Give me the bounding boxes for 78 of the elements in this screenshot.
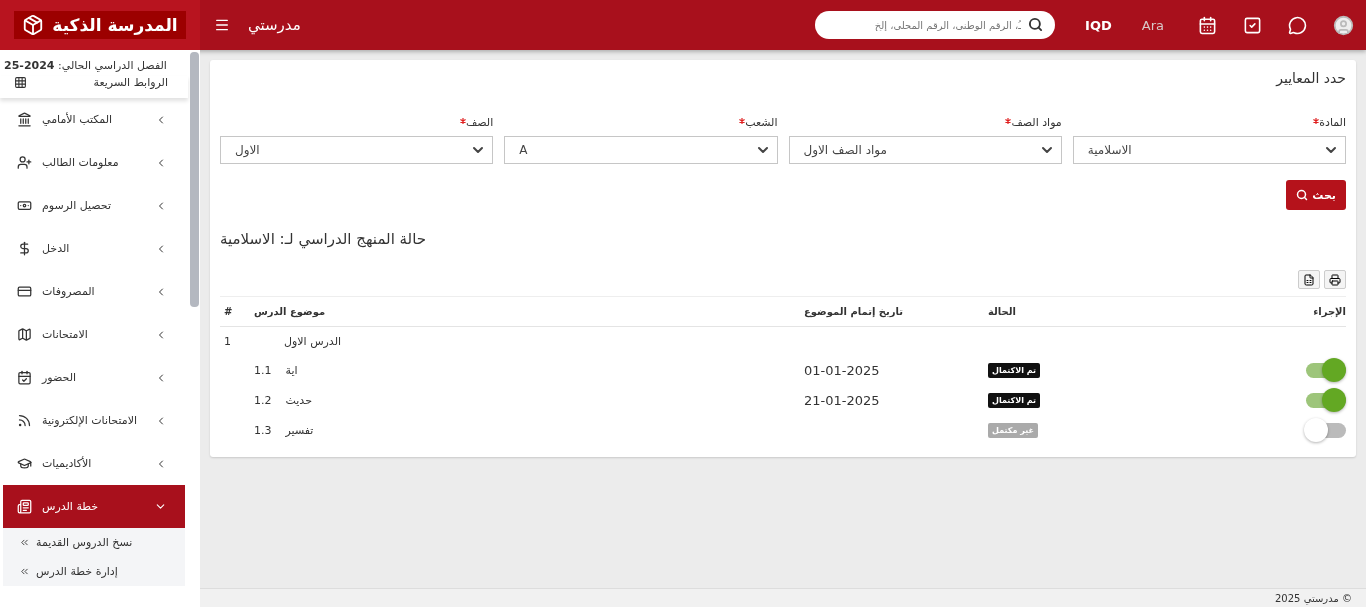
search-icon bbox=[1296, 189, 1309, 201]
topic-name: حديث bbox=[285, 393, 312, 407]
column-header: الإجراء bbox=[1312, 306, 1346, 317]
card-title: حدد المعايير bbox=[1276, 70, 1346, 86]
newspaper-icon bbox=[17, 499, 32, 514]
sidebar-item[interactable]: الأكاديميات bbox=[3, 442, 185, 485]
column-header: موضوع الدرس bbox=[254, 306, 327, 317]
user-plus-icon bbox=[17, 155, 32, 170]
language-selector[interactable]: Ara bbox=[1141, 17, 1164, 33]
page-title: مدرستي bbox=[248, 16, 301, 34]
sidebar-item[interactable]: الامتحانات الإلكترونية bbox=[3, 399, 185, 442]
completion-date: 21-01-2025 bbox=[804, 392, 881, 408]
field-label: الشعب bbox=[745, 116, 778, 129]
box-icon bbox=[22, 14, 45, 36]
field-label: مواد الصف bbox=[1011, 116, 1062, 129]
chat-icon[interactable] bbox=[1288, 15, 1307, 35]
card-icon bbox=[17, 284, 32, 299]
landmark-icon bbox=[17, 112, 32, 127]
sidebar-item[interactable]: تحصيل الرسوم bbox=[3, 184, 185, 227]
scrollbar[interactable] bbox=[190, 52, 199, 307]
topic-number: 1.1 bbox=[254, 363, 272, 377]
submenu-item[interactable]: إدارة خطة الدرس bbox=[3, 557, 185, 586]
excel-button[interactable] bbox=[1298, 270, 1320, 289]
toggle-switch[interactable] bbox=[1304, 418, 1346, 442]
select-field[interactable]: الاول bbox=[220, 136, 494, 164]
sidebar-item[interactable]: الحضور bbox=[3, 356, 185, 399]
select-field[interactable]: مواد الصف الاول bbox=[788, 136, 1062, 164]
search-icon bbox=[1028, 17, 1044, 32]
copyright: مدرستي 2025 © bbox=[1275, 592, 1352, 604]
printer-icon bbox=[1329, 273, 1341, 286]
section-title: حالة المنهج الدراسي لـ: الاسلامية bbox=[220, 230, 426, 248]
double-chevron-icon bbox=[19, 537, 30, 548]
topic-name: تفسير bbox=[285, 423, 314, 437]
column-header: تاريخ إتمام الموضوع bbox=[804, 306, 905, 317]
column-header: # bbox=[223, 306, 234, 317]
currency-selector[interactable]: IQD bbox=[1085, 17, 1112, 33]
status-badge: غير مكتمل bbox=[988, 422, 1038, 438]
status-badge: تم الاكتمال bbox=[988, 362, 1040, 378]
brand-logo[interactable]: المدرسة الذكية bbox=[14, 11, 186, 39]
map-icon bbox=[17, 327, 32, 342]
double-chevron-icon bbox=[19, 566, 30, 577]
menu-button[interactable] bbox=[214, 17, 230, 33]
avatar-icon[interactable] bbox=[1333, 14, 1354, 36]
spreadsheet-icon bbox=[1303, 273, 1315, 286]
submenu-item[interactable]: نسخ الدروس القديمة bbox=[3, 528, 185, 557]
status-badge: تم الاكتمال bbox=[988, 392, 1040, 408]
calendar-check-icon bbox=[17, 370, 32, 385]
search-button[interactable]: بحث bbox=[1286, 180, 1346, 210]
calendar-icon[interactable] bbox=[1198, 15, 1217, 35]
sidebar-item[interactable]: معلومات الطالب bbox=[3, 141, 185, 184]
print-button[interactable] bbox=[1324, 270, 1346, 289]
column-header: الحالة bbox=[988, 306, 1017, 317]
field-label: الصف bbox=[465, 116, 494, 129]
completion-date: 01-01-2025 bbox=[804, 362, 881, 378]
sidebar-item[interactable]: الدخل bbox=[3, 227, 185, 270]
banknote-icon bbox=[17, 198, 32, 213]
topic-name: اية bbox=[285, 363, 298, 377]
grid-icon bbox=[14, 76, 27, 89]
quick-links[interactable]: الروابط السريعة bbox=[93, 76, 168, 89]
field-label: المادة bbox=[1319, 116, 1346, 129]
row-number: 1 bbox=[223, 334, 232, 348]
toggle-switch[interactable] bbox=[1304, 388, 1346, 412]
toggle-switch[interactable] bbox=[1304, 358, 1346, 382]
select-field[interactable]: A bbox=[504, 136, 778, 164]
rss-icon bbox=[17, 413, 32, 428]
sidebar-item[interactable]: المكتب الأمامي bbox=[3, 98, 185, 141]
lesson-title: الدرس الاول bbox=[283, 334, 343, 348]
sidebar-item[interactable]: خطة الدرس bbox=[3, 485, 185, 528]
sidebar-item[interactable]: المصروفات bbox=[3, 270, 185, 313]
topic-number: 1.3 bbox=[254, 423, 272, 437]
search-field[interactable]: ـُ، الرقم الوطني، الرقم المحلي، إلخ bbox=[815, 11, 1056, 39]
checkbox-icon[interactable] bbox=[1243, 15, 1262, 35]
sidebar-item[interactable]: الامتحانات bbox=[3, 313, 185, 356]
brand-name: المدرسة الذكية bbox=[52, 15, 178, 35]
topic-number: 1.2 bbox=[254, 393, 272, 407]
dollar-icon bbox=[17, 241, 32, 256]
select-field[interactable]: الاسلامية bbox=[1072, 136, 1346, 164]
graduation-cap-icon bbox=[17, 456, 32, 471]
